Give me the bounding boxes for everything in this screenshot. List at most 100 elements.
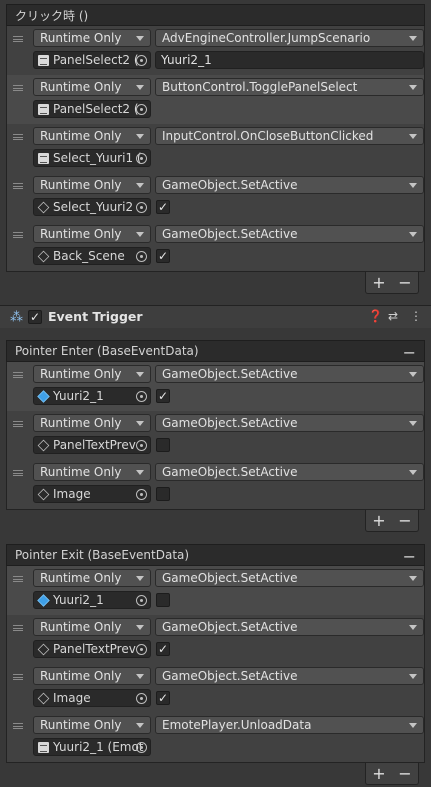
bool-argument-checkbox[interactable]: ✓ (156, 691, 170, 705)
drag-handle-icon[interactable] (13, 183, 23, 189)
target-object-field[interactable]: Image (33, 485, 151, 503)
function-dropdown[interactable]: GameObject.SetActive (155, 618, 424, 636)
bool-argument-checkbox[interactable]: ✓ (156, 200, 170, 214)
prefab-icon (37, 389, 50, 403)
runtime-dropdown[interactable]: Runtime Only (33, 716, 151, 734)
target-object-field[interactable]: Yuuri2_1 (33, 591, 151, 609)
remove-event-type-button[interactable]: − (403, 341, 416, 363)
object-picker-icon[interactable] (136, 55, 147, 66)
runtime-dropdown[interactable]: Runtime Only (33, 127, 151, 145)
target-object-field[interactable]: PanelTextPrev (33, 640, 151, 658)
drag-handle-icon[interactable] (13, 625, 23, 631)
function-dropdown[interactable]: GameObject.SetActive (155, 176, 424, 194)
object-picker-icon[interactable] (136, 742, 147, 753)
object-picker-icon[interactable] (136, 202, 147, 213)
drag-handle-icon[interactable] (13, 421, 23, 427)
add-listener-button[interactable]: + (372, 511, 385, 530)
target-object-name: Back_Scene (53, 249, 125, 263)
runtime-dropdown[interactable]: Runtime Only (33, 78, 151, 96)
function-dropdown[interactable]: GameObject.SetActive (155, 463, 424, 481)
event-group-pointer-enter: Pointer Enter (BaseEventData) − Runtime … (6, 340, 425, 534)
listener-entry[interactable]: Runtime Only GameObject.SetActive PanelTex… (7, 615, 424, 664)
listener-entry[interactable]: Runtime Only ButtonControl.TogglePanelSel… (7, 75, 424, 124)
add-listener-button[interactable]: + (372, 764, 385, 783)
runtime-dropdown[interactable]: Runtime Only (33, 225, 151, 243)
target-object-field[interactable]: PanelTextPrev (33, 436, 151, 454)
drag-handle-icon[interactable] (13, 372, 23, 378)
component-header[interactable]: ⁂ ✓ Event Trigger ❓ ⇄ ⋮ (0, 306, 431, 328)
drag-handle-icon[interactable] (13, 723, 23, 729)
function-dropdown[interactable]: ButtonControl.TogglePanelSelect (155, 78, 424, 96)
function-dropdown[interactable]: EmotePlayer.UnloadData (155, 716, 424, 734)
function-dropdown[interactable]: GameObject.SetActive (155, 414, 424, 432)
bool-argument-checkbox[interactable] (156, 438, 170, 452)
object-picker-icon[interactable] (136, 440, 147, 451)
drag-handle-icon[interactable] (13, 576, 23, 582)
help-icon[interactable]: ❓ (368, 309, 383, 323)
drag-handle-icon[interactable] (13, 36, 23, 42)
runtime-dropdown[interactable]: Runtime Only (33, 569, 151, 587)
runtime-dropdown[interactable]: Runtime Only (33, 365, 151, 383)
listener-entry[interactable]: Runtime Only GameObject.SetActive Image (7, 460, 424, 509)
target-object-field[interactable]: PanelSelect2 ( (33, 51, 151, 69)
object-picker-icon[interactable] (136, 104, 147, 115)
add-listener-button[interactable]: + (372, 273, 385, 292)
function-value: GameObject.SetActive (162, 227, 298, 241)
preset-icon[interactable]: ⇄ (388, 309, 398, 323)
target-object-name: Yuuri2_1 (Emot (53, 740, 144, 754)
drag-handle-icon[interactable] (13, 470, 23, 476)
object-picker-icon[interactable] (136, 391, 147, 402)
bool-argument-checkbox[interactable]: ✓ (156, 642, 170, 656)
function-dropdown[interactable]: InputControl.OnCloseButtonClicked (155, 127, 424, 145)
function-dropdown[interactable]: AdvEngineController.JumpScenario (155, 29, 424, 47)
listener-entry[interactable]: Runtime Only AdvEngineController.JumpScen… (7, 26, 424, 75)
bool-argument-checkbox[interactable]: ✓ (156, 389, 170, 403)
object-picker-icon[interactable] (136, 595, 147, 606)
target-object-field[interactable]: Yuuri2_1 (Emot (33, 738, 151, 756)
listener-entry[interactable]: Runtime Only InputControl.OnCloseButtonCl… (7, 124, 424, 173)
listener-entry[interactable]: Runtime Only GameObject.SetActive Yuuri2_1 (7, 566, 424, 615)
object-picker-icon[interactable] (136, 251, 147, 262)
listener-entry[interactable]: Runtime Only EmotePlayer.UnloadData Yuuri2… (7, 713, 424, 762)
bool-argument-checkbox[interactable] (156, 593, 170, 607)
function-dropdown[interactable]: GameObject.SetActive (155, 225, 424, 243)
object-picker-icon[interactable] (136, 693, 147, 704)
remove-listener-button[interactable]: − (398, 511, 411, 530)
target-object-field[interactable]: Image (33, 689, 151, 707)
runtime-dropdown[interactable]: Runtime Only (33, 618, 151, 636)
object-picker-icon[interactable] (136, 489, 147, 500)
target-object-field[interactable]: Back_Scene (33, 247, 151, 265)
remove-event-type-button[interactable]: − (403, 545, 416, 567)
listener-entry[interactable]: Runtime Only GameObject.SetActive PanelTex… (7, 411, 424, 460)
drag-handle-icon[interactable] (13, 134, 23, 140)
target-object-field[interactable]: Select_Yuuri2 (33, 198, 151, 216)
remove-listener-button[interactable]: − (398, 764, 411, 783)
component-enabled-checkbox[interactable]: ✓ (28, 310, 42, 324)
drag-handle-icon[interactable] (13, 232, 23, 238)
bool-argument-checkbox[interactable]: ✓ (156, 249, 170, 263)
drag-handle-icon[interactable] (13, 674, 23, 680)
runtime-dropdown[interactable]: Runtime Only (33, 29, 151, 47)
runtime-dropdown[interactable]: Runtime Only (33, 463, 151, 481)
string-argument-input[interactable]: Yuuri2_1 (155, 51, 424, 69)
bool-argument-checkbox[interactable] (156, 487, 170, 501)
runtime-dropdown[interactable]: Runtime Only (33, 176, 151, 194)
event-list: Runtime Only AdvEngineController.JumpScen… (6, 26, 425, 272)
listener-entry[interactable]: Runtime Only GameObject.SetActive Image ✓ (7, 664, 424, 713)
drag-handle-icon[interactable] (13, 85, 23, 91)
runtime-dropdown[interactable]: Runtime Only (33, 667, 151, 685)
remove-listener-button[interactable]: − (398, 273, 411, 292)
listener-entry[interactable]: Runtime Only GameObject.SetActive Back_Sce… (7, 222, 424, 271)
object-picker-icon[interactable] (136, 153, 147, 164)
object-picker-icon[interactable] (136, 644, 147, 655)
more-icon[interactable]: ⋮ (410, 309, 422, 323)
target-object-field[interactable]: Select_Yuuri1 ( (33, 149, 151, 167)
function-dropdown[interactable]: GameObject.SetActive (155, 569, 424, 587)
listener-entry[interactable]: Runtime Only GameObject.SetActive Select_Y… (7, 173, 424, 222)
target-object-field[interactable]: Yuuri2_1 (33, 387, 151, 405)
function-dropdown[interactable]: GameObject.SetActive (155, 667, 424, 685)
runtime-dropdown[interactable]: Runtime Only (33, 414, 151, 432)
listener-entry[interactable]: Runtime Only GameObject.SetActive Yuuri2_1… (7, 362, 424, 411)
target-object-field[interactable]: PanelSelect2 ( (33, 100, 151, 118)
function-dropdown[interactable]: GameObject.SetActive (155, 365, 424, 383)
